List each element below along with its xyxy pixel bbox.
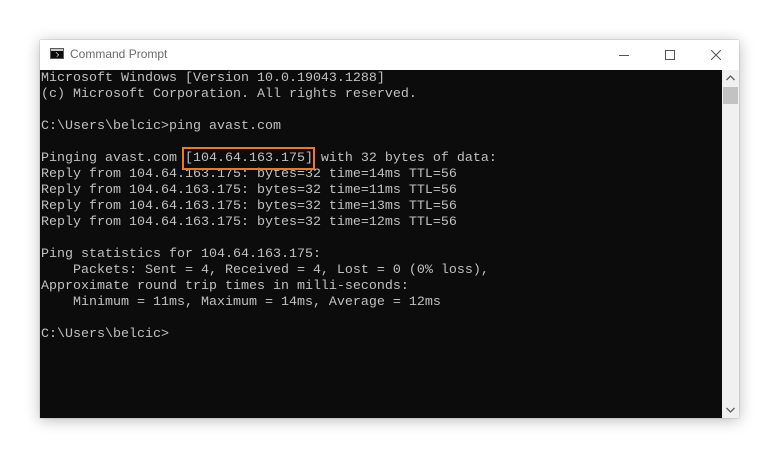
close-icon — [711, 50, 721, 60]
console-line: Microsoft Windows [Version 10.0.19043.12… — [41, 71, 385, 86]
vertical-scrollbar[interactable] — [722, 70, 739, 418]
console-output[interactable]: Microsoft Windows [Version 10.0.19043.12… — [40, 70, 722, 418]
minimize-button[interactable] — [601, 40, 647, 70]
console-line: Ping statistics for 104.64.163.175: — [41, 247, 321, 262]
minimize-icon — [619, 55, 629, 56]
console-line: Packets: Sent = 4, Received = 4, Lost = … — [41, 263, 489, 278]
command-prompt-window: Command Prompt Microsoft Windows [Versio… — [40, 40, 739, 418]
console-line: Reply from 104.64.163.175: bytes=32 time… — [41, 183, 457, 198]
scroll-up-arrow-icon[interactable] — [726, 75, 735, 81]
scrollbar-thumb[interactable] — [723, 87, 738, 104]
window-title: Command Prompt — [70, 47, 168, 61]
console-prompt-line: C:\Users\belcic> — [41, 327, 169, 342]
console-line: Reply from 104.64.163.175: bytes=32 time… — [41, 199, 457, 214]
close-button[interactable] — [693, 40, 739, 70]
maximize-button[interactable] — [647, 40, 693, 70]
console-line: Minimum = 11ms, Maximum = 14ms, Average … — [41, 295, 441, 310]
console-line: Reply from 104.64.163.175: bytes=32 time… — [41, 215, 457, 230]
console-line: (c) Microsoft Corporation. All rights re… — [41, 87, 417, 102]
scroll-down-arrow-icon[interactable] — [726, 407, 735, 413]
cmd-icon — [50, 48, 64, 59]
console-line: Approximate round trip times in milli-se… — [41, 279, 409, 294]
title-bar[interactable]: Command Prompt — [40, 40, 739, 70]
console-line: C:\Users\belcic>ping avast.com — [41, 119, 281, 134]
ip-address-highlight-box — [182, 147, 315, 170]
maximize-icon — [665, 50, 675, 60]
